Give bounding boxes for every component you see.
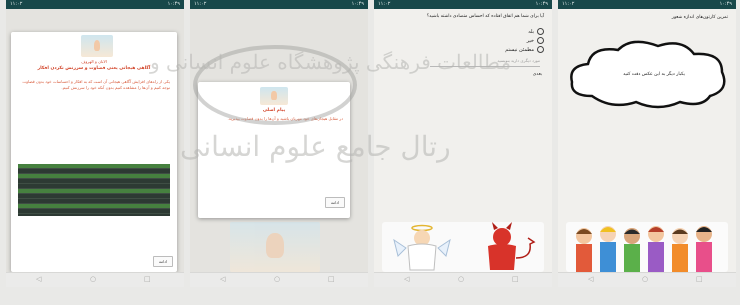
nav-home-icon[interactable]: ○: [642, 275, 648, 283]
radio-icon[interactable]: [537, 46, 544, 53]
screen-cloud-exercise: ۱۱:۰۲ ۱۰:۴۹ تمرین کارتون‌های اندازه شعور…: [558, 0, 736, 287]
watermark-line-1: مطالعات فرهنگی پژوهشگاه علوم انسانی و: [150, 50, 512, 74]
kids-picture: [576, 226, 712, 272]
nav-home-icon[interactable]: ○: [90, 275, 96, 283]
option-label: خیر: [526, 38, 534, 44]
angel-devil-illustration: [382, 222, 544, 272]
option-yes[interactable]: بله: [454, 28, 544, 37]
option-label: بله: [528, 29, 534, 35]
status-time-right: ۱۰:۴۹: [535, 1, 548, 7]
nav-bar: ◁ ○ □: [6, 272, 184, 287]
header-text: تمرین کارتون‌های اندازه شعور: [671, 15, 728, 20]
nav-bar: ◁ ○ □: [374, 272, 552, 287]
next-label[interactable]: بعدی: [533, 72, 542, 77]
status-time-left: ۱۱:۰۲: [10, 1, 23, 7]
nav-home-icon[interactable]: ○: [274, 275, 280, 283]
card-subtitle: الانان و الهروف: [81, 59, 107, 64]
nav-back-icon[interactable]: ◁: [220, 275, 225, 283]
nav-back-icon[interactable]: ◁: [404, 275, 409, 283]
nav-recent-icon[interactable]: □: [144, 275, 151, 283]
nav-recent-icon[interactable]: □: [512, 275, 519, 283]
status-time-right: ۱۰:۴۹: [167, 1, 180, 7]
status-bar: ۱۱:۰۲ ۱۰:۴۹: [190, 0, 368, 9]
emotions-kids-illustration: [566, 222, 728, 272]
nav-home-icon[interactable]: ○: [458, 275, 464, 283]
nav-bar: ◁ ○ □: [558, 272, 736, 287]
nav-recent-icon[interactable]: □: [328, 275, 335, 283]
continue-button[interactable]: ادامه: [325, 197, 345, 208]
cloud-text: یکبار دیگر به این عکس دقت کنید: [623, 72, 685, 77]
status-time-left: ۱۱:۰۲: [562, 1, 575, 7]
header-illustration: [81, 35, 113, 57]
card-title: آگاهی هیجانی یعنی قضاوت و سرزنش نکردن اف…: [37, 66, 151, 71]
nav-bar: ◁ ○ □: [190, 272, 368, 287]
body-text: یکی از راه‌های افزایش آگاهی هیجانی آن اس…: [22, 79, 170, 90]
nav-back-icon[interactable]: ◁: [36, 275, 41, 283]
status-time-left: ۱۱:۰۲: [194, 1, 207, 7]
radio-icon[interactable]: [537, 37, 544, 44]
nav-back-icon[interactable]: ◁: [588, 275, 593, 283]
status-bar: ۱۱:۰۲ ۱۰:۴۹: [6, 0, 184, 9]
table-row: [18, 209, 170, 214]
continue-button[interactable]: ادامه: [153, 256, 173, 267]
status-time-right: ۱۰:۴۹: [719, 1, 732, 7]
results-table: [18, 164, 170, 216]
option-no[interactable]: خیر: [454, 37, 544, 46]
status-bar: ۱۱:۰۲ ۱۰:۴۹: [374, 0, 552, 9]
status-time-left: ۱۱:۰۲: [378, 1, 391, 7]
nav-recent-icon[interactable]: □: [696, 275, 703, 283]
radio-icon[interactable]: [537, 28, 544, 35]
screen-psychoeducation: ۱۱:۰۲ ۱۰:۴۹ الانان و الهروف آگاهی هیجانی…: [6, 0, 184, 287]
question-text: آیا برای شما هم اتفاق افتاده که احساس مت…: [426, 14, 544, 19]
status-time-right: ۱۰:۴۹: [351, 1, 364, 7]
angel-devil-picture: [393, 222, 536, 271]
status-bar: ۱۱:۰۲ ۱۰:۴۹: [558, 0, 736, 9]
background-illustration: [230, 222, 320, 272]
watermark-line-2: رتال جامع علوم انسانی: [180, 130, 451, 163]
